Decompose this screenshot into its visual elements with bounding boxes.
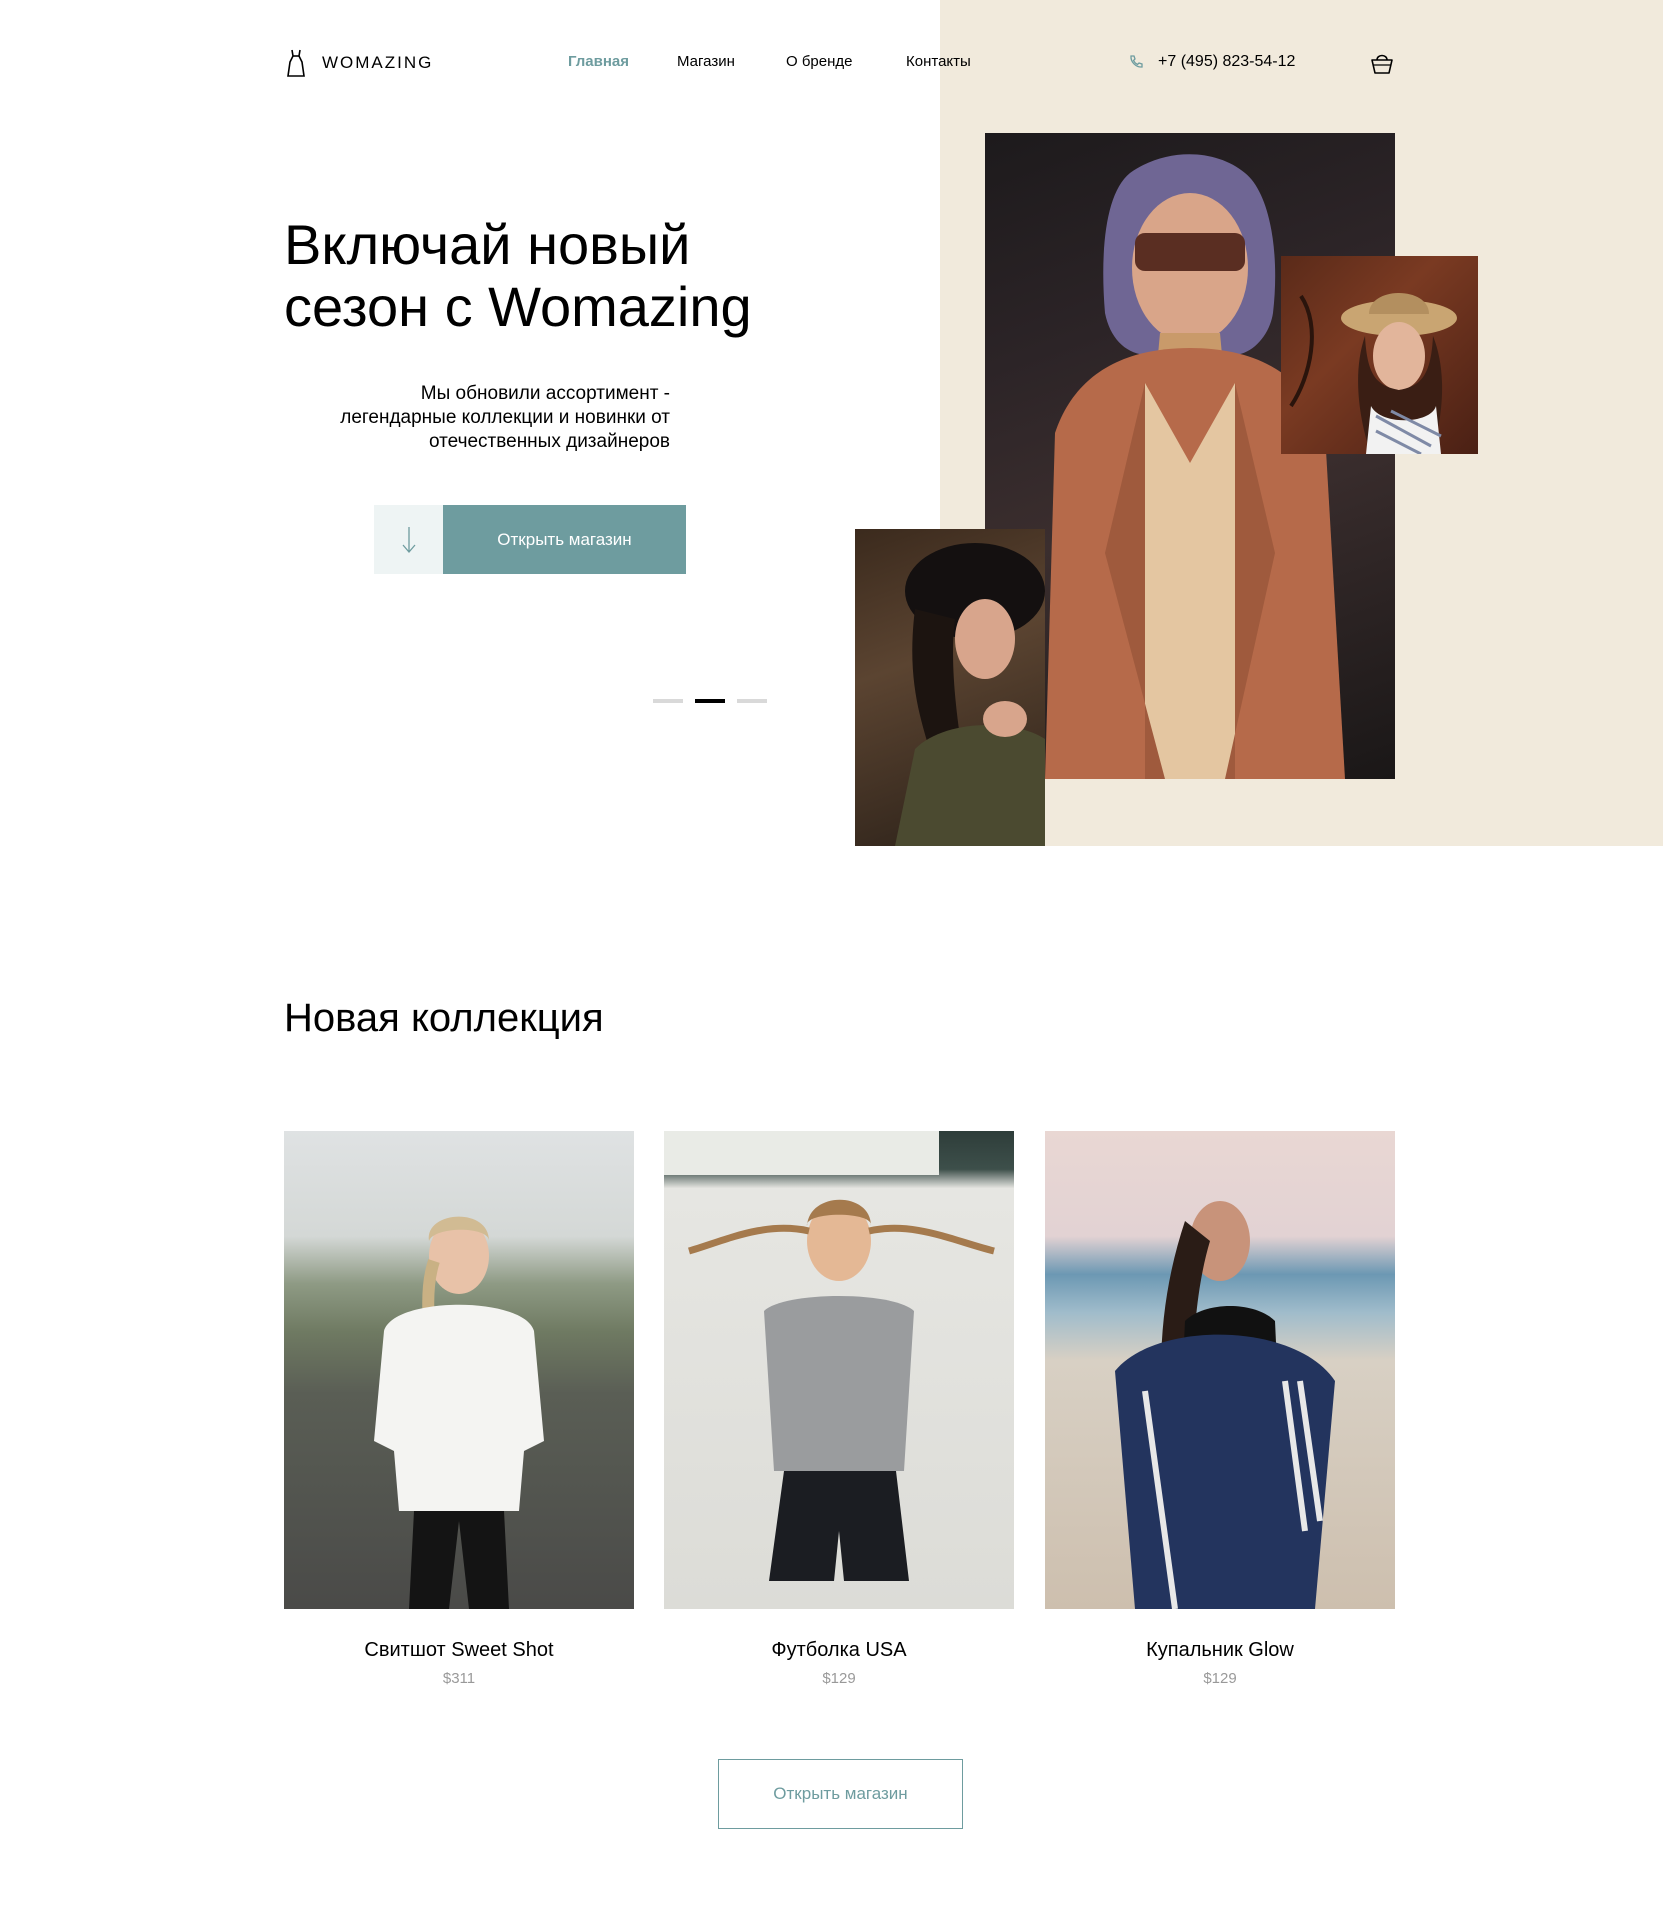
hero-subtitle: Мы обновили ассортимент - легендарные ко… — [284, 382, 670, 454]
slider-dot-1[interactable] — [653, 699, 683, 703]
logo[interactable]: WOMAZING — [284, 48, 433, 78]
slider-dot-3[interactable] — [737, 699, 767, 703]
logo-text: WOMAZING — [322, 53, 434, 72]
hero-subtitle-line: легендарные коллекции и новинки от — [340, 407, 670, 428]
hero-title-line: сезон с Womazing — [284, 275, 752, 338]
product-card[interactable]: Свитшот Sweet Shot $311 — [284, 1131, 634, 1687]
nav-item-home[interactable]: Главная — [568, 53, 629, 70]
product-image[interactable] — [664, 1131, 1014, 1609]
product-card[interactable]: Купальник Glow $129 — [1045, 1131, 1395, 1687]
collection-title: Новая коллекция — [284, 996, 604, 1040]
hero-main-photo — [985, 133, 1395, 779]
phone-number: +7 (495) 823-54-12 — [1158, 53, 1296, 70]
product-name[interactable]: Свитшот Sweet Shot — [284, 1639, 634, 1662]
product-name[interactable]: Купальник Glow — [1045, 1639, 1395, 1662]
slider-dot-2[interactable] — [695, 699, 725, 703]
product-image[interactable] — [284, 1131, 634, 1609]
hero-title-line: Включай новый — [284, 213, 691, 276]
cart-icon[interactable] — [1369, 50, 1395, 76]
product-price: $129 — [822, 1670, 856, 1687]
open-shop-button[interactable]: Открыть магазин — [443, 505, 686, 574]
nav-item-contacts[interactable]: Контакты — [906, 53, 971, 70]
hero-side-photo-black-hat — [855, 529, 1045, 846]
product-image[interactable] — [1045, 1131, 1395, 1609]
nav-item-shop[interactable]: Магазин — [677, 53, 735, 70]
product-price: $311 — [442, 1670, 476, 1687]
slider-pagination — [653, 699, 767, 703]
phone-contact[interactable]: +7 (495) 823-54-12 — [1128, 53, 1295, 71]
hero-side-photo-hat — [1281, 256, 1478, 454]
product-card[interactable]: Футболка USA $129 — [664, 1131, 1014, 1687]
nav-item-about[interactable]: О бренде — [786, 53, 853, 70]
product-name[interactable]: Футболка USA — [664, 1639, 1014, 1662]
arrow-down-icon — [402, 526, 415, 553]
hero-subtitle-line: Мы обновили ассортимент - — [420, 383, 670, 404]
dress-logo-icon — [287, 49, 305, 77]
open-shop-outline-button[interactable]: Открыть магазин — [718, 1759, 963, 1829]
phone-icon — [1130, 55, 1143, 68]
hero-subtitle-line: отечественных дизайнеров — [429, 431, 670, 452]
hero-title: Включай новый сезон с Womazing — [284, 214, 844, 338]
product-price: $129 — [1203, 1670, 1237, 1687]
scroll-down-button[interactable] — [374, 505, 443, 574]
